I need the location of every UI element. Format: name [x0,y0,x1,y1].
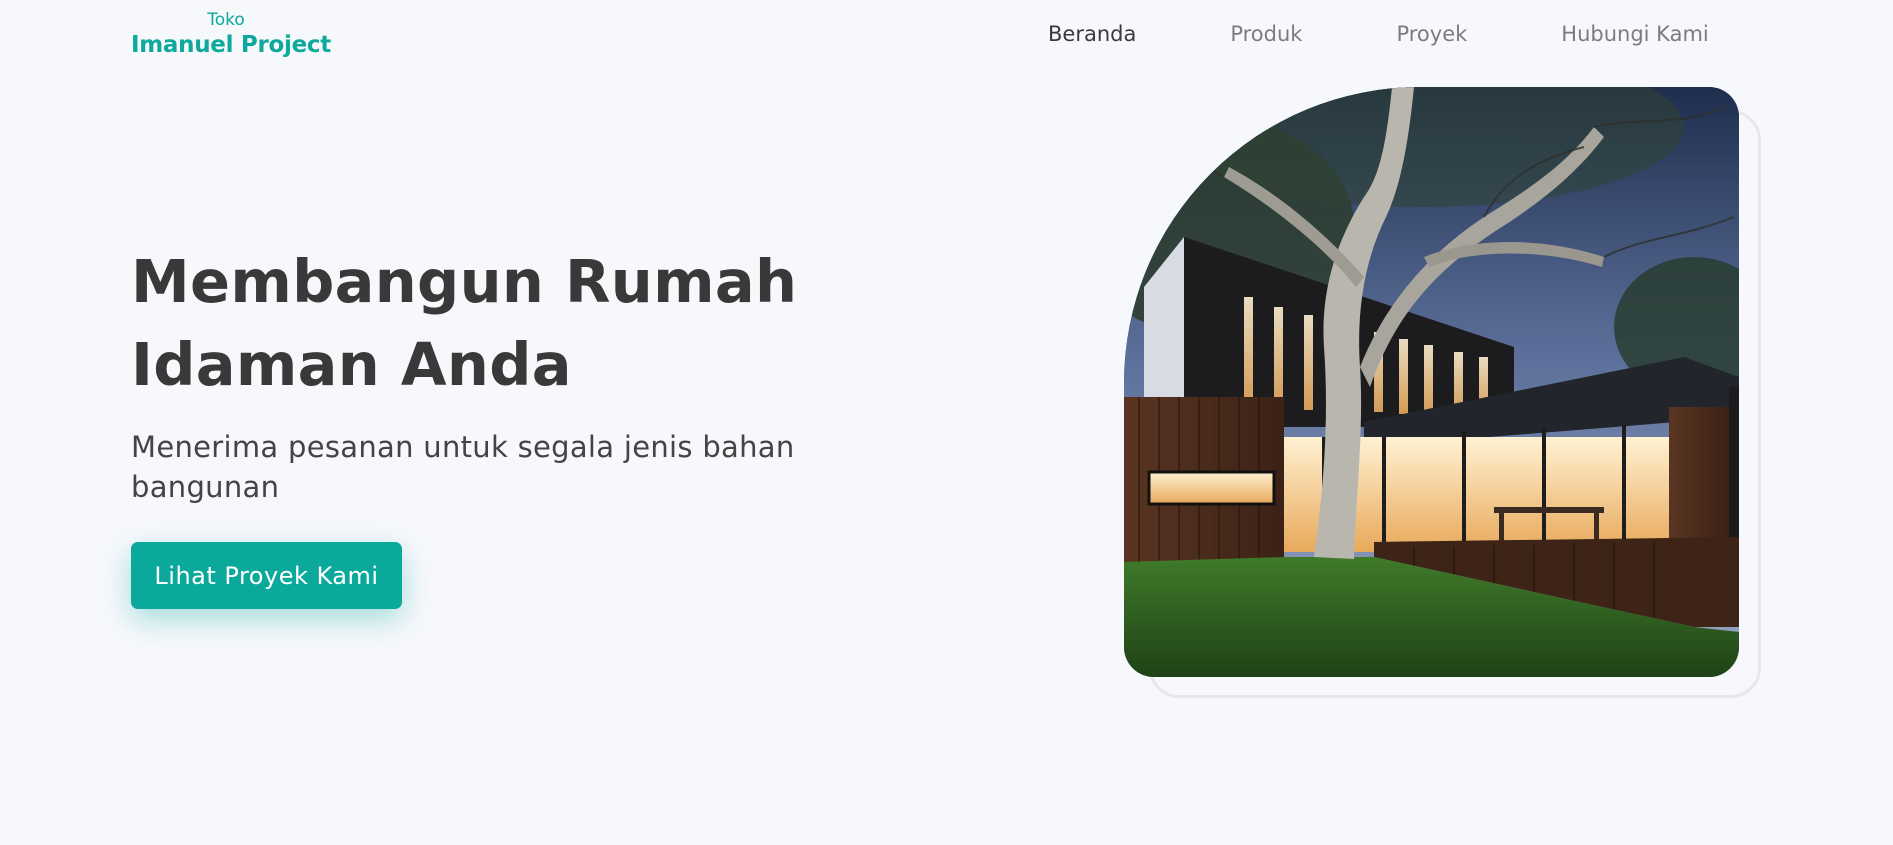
nav-item-proyek[interactable]: Proyek [1396,22,1467,46]
brand-logo[interactable]: Toko Imanuel Project [131,10,331,58]
hero-title-line2: Idaman Anda [131,330,572,399]
brand-small-label: Toko [207,10,245,30]
view-projects-button[interactable]: Lihat Proyek Kami [131,542,402,609]
nav-item-produk[interactable]: Produk [1230,22,1302,46]
nav-item-beranda[interactable]: Beranda [1048,22,1136,46]
hero-image [1124,87,1739,677]
hero-title: Membangun Rumah Idaman Anda [131,240,851,406]
house-illustration [1124,87,1739,677]
main-nav: Beranda Produk Proyek Hubungi Kami [1040,22,1709,46]
hero-subtitle: Menerima pesanan untuk segala jenis baha… [131,430,795,504]
nav-item-hubungi-kami[interactable]: Hubungi Kami [1561,22,1708,46]
brand-name: Imanuel Project [131,32,331,58]
hero-title-line1: Membangun Rumah [131,247,798,316]
